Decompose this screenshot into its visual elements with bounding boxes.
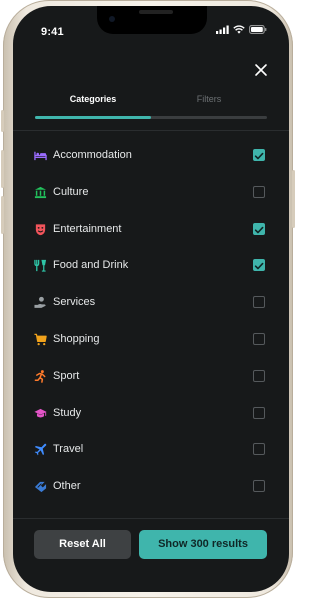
battery-icon	[249, 25, 267, 34]
graduation-cap-icon	[34, 408, 47, 418]
category-checkbox[interactable]	[253, 406, 265, 419]
phone-frame: 9:41 Categories Filters Accommodation Cu…	[1, 0, 295, 598]
category-row-accommodation[interactable]: Accommodation	[13, 137, 289, 173]
museum-icon	[34, 186, 47, 198]
category-checkbox[interactable]	[253, 259, 265, 272]
category-label: Sport	[53, 369, 80, 382]
status-bar: 9:41	[13, 6, 289, 48]
bed-icon	[34, 151, 47, 161]
category-label: Accommodation	[53, 149, 132, 161]
check-icon	[254, 263, 264, 270]
category-checkbox[interactable]	[253, 296, 265, 309]
tab-label: Categories	[69, 94, 117, 104]
shopping-cart-icon	[34, 333, 47, 346]
category-checkbox[interactable]	[253, 369, 265, 382]
category-row-shopping[interactable]: Shopping	[13, 321, 289, 357]
check-icon	[254, 226, 264, 233]
category-row-study[interactable]: Study	[13, 395, 289, 431]
category-label: Culture	[53, 185, 89, 198]
category-row-culture[interactable]: Culture	[13, 174, 289, 210]
category-checkbox[interactable]	[253, 222, 265, 235]
speaker-grille	[139, 10, 173, 14]
status-time: 9:41	[41, 26, 64, 38]
category-checkbox[interactable]	[253, 443, 265, 456]
category-checkbox[interactable]	[253, 480, 265, 493]
category-checkbox[interactable]	[253, 149, 265, 161]
signal-icon	[216, 25, 229, 34]
category-label: Shopping	[53, 333, 100, 345]
phone-side-button	[292, 170, 295, 228]
tag-icon	[34, 482, 47, 493]
category-label: Travel	[53, 443, 84, 456]
tab-bar: Categories Filters	[35, 92, 267, 120]
wifi-icon	[233, 25, 245, 34]
category-row-travel[interactable]: Travel	[13, 431, 289, 467]
cutlery-glass-icon	[34, 260, 47, 273]
phone-side-button	[1, 150, 4, 188]
status-icons	[216, 25, 267, 34]
category-label: Study	[53, 406, 82, 419]
show-results-button[interactable]: Show 300 results	[139, 530, 267, 559]
phone-side-button	[1, 196, 4, 234]
reset-all-button[interactable]: Reset All	[34, 530, 131, 559]
category-label: Services	[53, 296, 96, 309]
category-row-food-and-drink[interactable]: Food and Drink	[13, 247, 289, 283]
tab-categories[interactable]: Categories	[35, 92, 151, 116]
camera-icon	[109, 16, 115, 22]
close-button[interactable]	[253, 62, 269, 78]
category-label: Food and Drink	[53, 259, 129, 272]
footer-divider	[13, 518, 289, 519]
screen: 9:41 Categories Filters Accommodation Cu…	[13, 6, 289, 592]
category-row-services[interactable]: Services	[13, 284, 289, 320]
airplane-icon	[34, 444, 47, 456]
tab-filters[interactable]: Filters	[151, 92, 267, 116]
category-checkbox[interactable]	[253, 333, 265, 345]
tab-label: Filters	[196, 94, 222, 104]
theater-mask-icon	[35, 223, 46, 235]
category-row-entertainment[interactable]: Entertainment	[13, 211, 289, 247]
category-checkbox[interactable]	[253, 185, 265, 198]
divider	[13, 130, 289, 131]
phone-side-button	[1, 110, 4, 132]
notch	[97, 6, 207, 34]
tab-active-indicator	[35, 116, 151, 119]
close-icon	[255, 64, 267, 76]
category-row-sport[interactable]: Sport	[13, 358, 289, 394]
check-icon	[254, 152, 264, 160]
running-icon	[34, 369, 46, 383]
category-label: Entertainment	[53, 222, 122, 235]
hand-service-icon	[34, 297, 46, 309]
category-label: Other	[53, 480, 81, 493]
footer-actions: Reset All Show 300 results	[13, 528, 289, 592]
category-row-other[interactable]: Other	[13, 468, 289, 504]
